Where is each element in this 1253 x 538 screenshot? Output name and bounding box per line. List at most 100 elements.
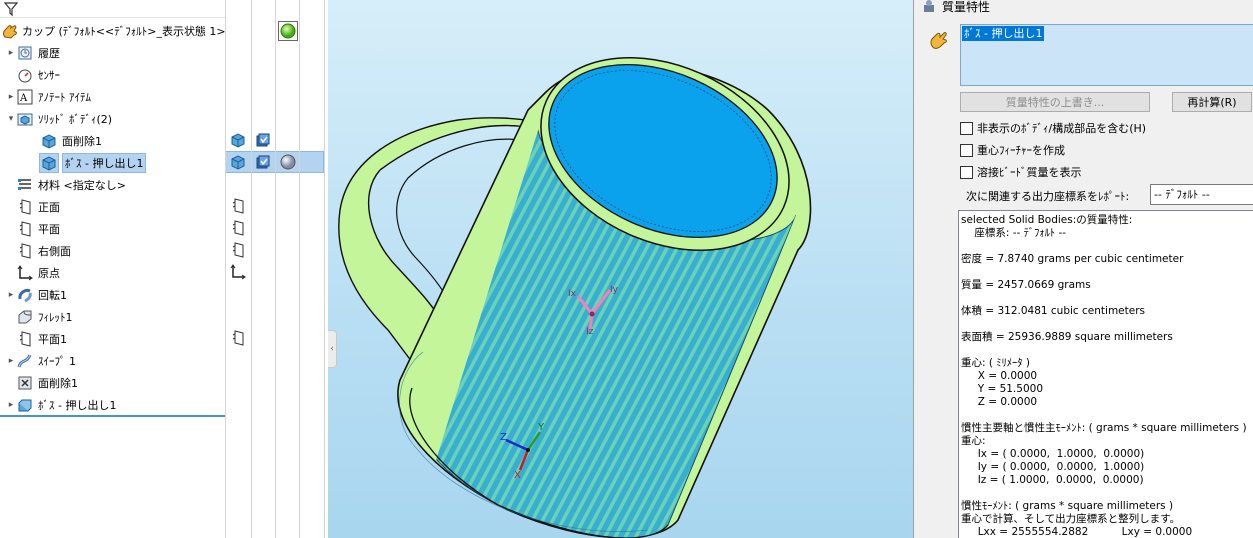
tree-divider xyxy=(0,415,225,417)
tree-item[interactable]: ▸ 履歴 xyxy=(0,42,225,64)
revolve-icon xyxy=(16,286,34,304)
material-icon xyxy=(16,176,34,194)
tree-item[interactable]: 平面1 xyxy=(0,328,225,350)
plane-icon xyxy=(16,242,34,260)
tree-item-label: 平面 xyxy=(38,223,60,236)
solid-body-icon[interactable] xyxy=(229,131,247,149)
result-line xyxy=(961,487,1253,500)
tree-item[interactable]: カップ (ﾃﾞﾌｫﾙﾄ<<ﾃﾞﾌｫﾙﾄ>_表示状態 1> xyxy=(0,20,226,42)
include-hidden-label: 非表示のﾎﾞﾃﾞｨ/構成部品を含む(H) xyxy=(977,122,1147,135)
create-com-checkbox[interactable] xyxy=(960,143,973,157)
rebuild-status-icon[interactable] xyxy=(278,21,298,41)
tree-filter-bar xyxy=(0,0,225,18)
tree-item-label: 回転1 xyxy=(38,289,67,302)
plane-icon[interactable] xyxy=(229,197,247,215)
tree-item[interactable]: 面削除1 xyxy=(0,130,225,152)
result-line: 慣性主要軸と慣性主ﾓｰﾒﾝﾄ: ( grams * square millime… xyxy=(961,422,1247,434)
tree-item-label: ﾎﾞｽ - 押し出し1 xyxy=(38,399,117,412)
mass-properties-icon xyxy=(924,0,934,12)
column-divider xyxy=(251,0,252,538)
tree-item[interactable]: 面削除1 xyxy=(0,372,225,394)
result-line xyxy=(961,240,1253,253)
com-label-ix: Ix xyxy=(568,289,577,299)
tree-expander-icon[interactable]: ▾ xyxy=(6,114,16,124)
tree-item-label: ｱﾉﾃｰﾄ ｱｲﾃﾑ xyxy=(38,91,91,104)
history-icon xyxy=(16,44,34,62)
result-line: 密度 = 7.8740 grams per cubic centimeter xyxy=(961,253,1184,265)
part-icon xyxy=(2,22,18,40)
sweep-icon xyxy=(16,352,34,370)
result-line xyxy=(961,409,1253,422)
tree-item[interactable]: 正面 xyxy=(0,196,225,218)
sensor-icon xyxy=(16,66,34,84)
mug-model[interactable]: Ix Iy Iz Y Z X xyxy=(328,0,913,538)
origin-label-y: Y xyxy=(537,422,545,433)
tree-item[interactable]: 右側面 xyxy=(0,240,225,262)
create-com-row[interactable]: 重心ﾌｨｰﾁｬｰを作成 xyxy=(960,142,1065,158)
include-hidden-row[interactable]: 非表示のﾎﾞﾃﾞｨ/構成部品を含む(H) xyxy=(960,120,1146,136)
graphics-viewport[interactable]: Ix Iy Iz Y Z X ‹ xyxy=(328,0,913,538)
result-line xyxy=(961,266,1253,279)
solid-body-icon xyxy=(39,153,59,173)
weld-bead-checkbox[interactable] xyxy=(960,165,973,179)
tree-item-label: 平面1 xyxy=(38,333,67,346)
result-line: Y = 51.5000 xyxy=(961,383,1043,395)
tree-item[interactable]: ▸ ﾎﾞｽ - 押し出し1 xyxy=(0,394,225,416)
result-line: Iy = ( 0.0000, 0.0000, 1.0000) xyxy=(961,461,1145,473)
tree-expander-icon[interactable]: ▸ xyxy=(6,400,16,410)
selected-items-icon xyxy=(930,32,947,49)
origin-icon[interactable] xyxy=(229,263,247,281)
tree-item[interactable]: ｾﾝｻｰ xyxy=(0,64,225,86)
result-line: 重心: ( ﾐﾘﾒｰﾀ ) xyxy=(961,357,1030,369)
result-line: 重心: xyxy=(961,435,986,447)
result-line: 質量 = 2457.0669 grams xyxy=(961,279,1091,291)
column-divider xyxy=(275,0,276,538)
tree-item[interactable]: 平面 xyxy=(0,218,225,240)
tree-item[interactable]: ▾ ｿﾘｯﾄﾞ ﾎﾞﾃﾞｨ(2) xyxy=(0,108,225,130)
tree-item[interactable]: ﾎﾞｽ - 押し出し1 xyxy=(0,152,225,174)
solid-body-icon[interactable] xyxy=(229,153,247,171)
tree-item[interactable]: ▸ ｽｲｰﾌﾟ 1 xyxy=(0,350,225,372)
column-divider xyxy=(225,0,226,538)
body-display-icon[interactable] xyxy=(254,131,272,149)
result-line xyxy=(961,318,1253,331)
include-hidden-checkbox[interactable] xyxy=(960,121,973,135)
fillet-icon xyxy=(16,308,34,326)
tree-expander-icon[interactable]: ▸ xyxy=(6,48,16,58)
mass-properties-results: selected Solid Bodies:の質量特性: 座標系: -- ﾃﾞﾌ… xyxy=(958,210,1253,538)
origin-label-x: X xyxy=(514,470,521,481)
result-line: Lxx = 2555554.2882 Lxy = 0.0000 xyxy=(961,526,1193,538)
tree-item[interactable]: 原点 xyxy=(0,262,225,284)
selection-list[interactable]: ﾎﾞｽ - 押し出し1 xyxy=(960,24,1253,86)
tree-expander-icon[interactable]: ▸ xyxy=(6,356,16,366)
recalculate-button[interactable]: 再計算(R) xyxy=(1172,92,1252,112)
result-line: 重心で計算、そして出力座標系と整列します。 xyxy=(961,513,1181,525)
filter-icon[interactable] xyxy=(3,1,19,17)
feature-manager-tree: カップ (ﾃﾞﾌｫﾙﾄ<<ﾃﾞﾌｫﾙﾄ>_表示状態 1> ▸ 履歴 ｾﾝｻｰ ▸ A ｱﾉﾃ… xyxy=(0,0,226,538)
result-line: 体積 = 312.0481 cubic centimeters xyxy=(961,305,1146,317)
weld-bead-label: 溶接ﾋﾞｰﾄﾞ質量を表示 xyxy=(977,166,1082,179)
svg-text:A: A xyxy=(19,93,28,104)
tree-item-label: ｿﾘｯﾄﾞ ﾎﾞﾃﾞｨ(2) xyxy=(38,113,113,126)
report-coord-label: 次に関連する出力座標系をﾚﾎﾟｰﾄ: xyxy=(966,190,1130,203)
tree-expander-icon[interactable]: ▸ xyxy=(6,92,16,102)
tree-item[interactable]: ﾌｨﾚｯﾄ1 xyxy=(0,306,225,328)
appearance-sphere-icon[interactable] xyxy=(279,153,297,171)
plane-icon[interactable] xyxy=(229,241,247,259)
body-display-icon[interactable] xyxy=(254,153,272,171)
tree-item-label: 原点 xyxy=(38,267,60,280)
selection-list-item[interactable]: ﾎﾞｽ - 押し出し1 xyxy=(962,26,1044,41)
tree-item[interactable]: ▸ A ｱﾉﾃｰﾄ ｱｲﾃﾑ xyxy=(0,86,225,108)
tree-item[interactable]: 材料 <指定なし> xyxy=(0,174,225,196)
solid-body-icon xyxy=(40,132,58,150)
panel-collapse-handle[interactable]: ‹ xyxy=(328,330,337,368)
plane-icon[interactable] xyxy=(229,329,247,347)
weld-bead-row[interactable]: 溶接ﾋﾞｰﾄﾞ質量を表示 xyxy=(960,164,1082,180)
tree-expander-icon[interactable]: ▸ xyxy=(6,290,16,300)
override-mass-properties-button[interactable]: 質量特性の上書き... xyxy=(960,92,1150,112)
tree-item[interactable]: ▸ 回転1 xyxy=(0,284,225,306)
delete-face-icon xyxy=(16,374,34,392)
plane-icon[interactable] xyxy=(229,219,247,237)
tree-item-label: ﾎﾞｽ - 押し出し1 xyxy=(62,153,147,173)
coord-system-select[interactable]: -- ﾃﾞﾌｫﾙﾄ -- xyxy=(1150,184,1253,205)
